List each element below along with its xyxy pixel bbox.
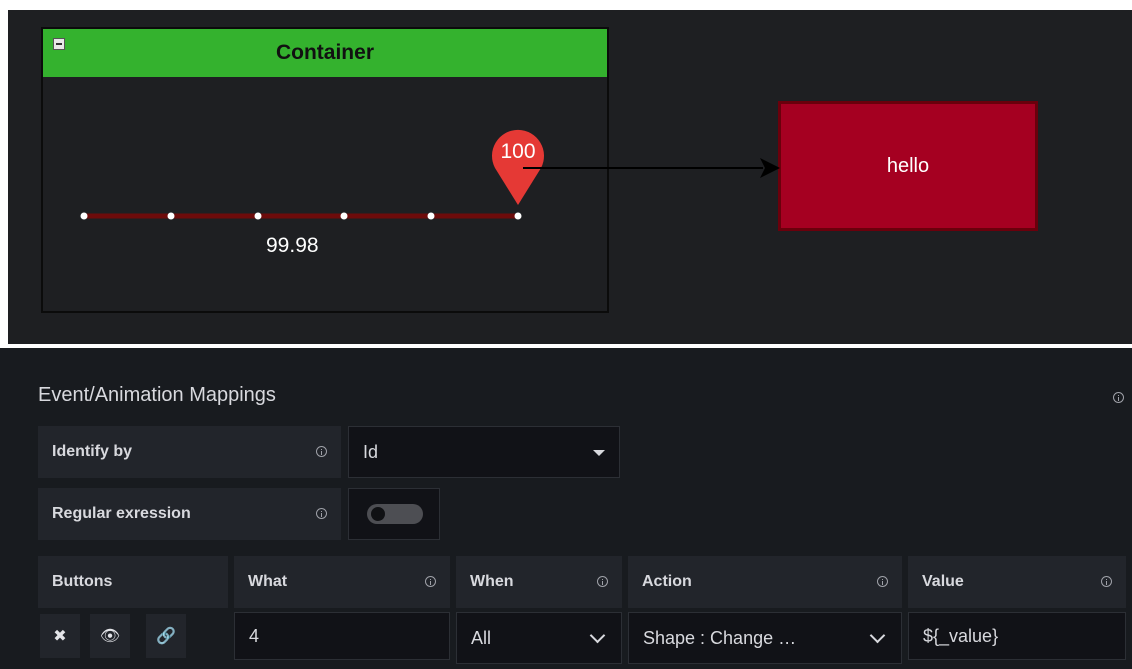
mappings-panel: Event/Animation Mappings Identify by Id …: [0, 348, 1132, 669]
panel-title: Event/Animation Mappings: [38, 384, 276, 406]
line-point: [427, 212, 435, 220]
value-text: ${_value}: [923, 625, 999, 646]
line-point: [340, 212, 348, 220]
eye-icon: 👁: [99, 628, 121, 645]
action-select[interactable]: Shape : Change …: [628, 612, 902, 664]
info-icon[interactable]: [316, 508, 327, 519]
chevron-down-icon: [869, 627, 886, 644]
diagram-overlay: 100: [80, 129, 780, 220]
header-what: What: [234, 556, 450, 608]
what-value: 4: [249, 625, 260, 646]
info-icon[interactable]: [316, 446, 327, 457]
header-action: Action: [628, 556, 902, 608]
identify-by-value: Id: [363, 441, 379, 462]
regular-expression-label-text: Regular exression: [52, 505, 191, 522]
caret-down-icon: [593, 450, 605, 456]
header-buttons: Buttons: [38, 556, 228, 608]
header-what-text: What: [248, 573, 288, 590]
regular-expression-field: [348, 488, 440, 540]
identify-by-select[interactable]: Id: [348, 426, 620, 478]
chevron-down-icon: [589, 627, 606, 644]
regular-expression-toggle[interactable]: [367, 504, 423, 524]
when-value: All: [471, 627, 492, 648]
toggle-visibility-button[interactable]: 👁: [90, 614, 130, 658]
info-icon[interactable]: [597, 576, 608, 587]
action-value: Shape : Change …: [643, 627, 797, 648]
info-icon[interactable]: [1113, 392, 1124, 403]
delete-button[interactable]: ✖: [40, 614, 80, 658]
info-icon[interactable]: [1101, 576, 1112, 587]
when-select[interactable]: All: [456, 612, 622, 664]
line-point: [514, 212, 522, 220]
info-icon[interactable]: [877, 576, 888, 587]
identify-by-label: Identify by: [38, 426, 341, 478]
identify-by-label-text: Identify by: [52, 443, 133, 460]
header-when: When: [456, 556, 622, 608]
header-value: Value: [908, 556, 1126, 608]
diagram-canvas[interactable]: Container hello 100 99.98: [8, 10, 1132, 344]
gauge-value: 99.98: [266, 234, 319, 257]
what-input[interactable]: 4: [234, 612, 450, 660]
header-value-text: Value: [922, 573, 964, 590]
marker-value: 100: [500, 140, 535, 163]
info-icon[interactable]: [425, 576, 436, 587]
regular-expression-label: Regular exression: [38, 488, 341, 540]
close-icon: ✖: [53, 628, 67, 645]
header-action-text: Action: [642, 573, 692, 590]
link-icon: 🔗: [156, 628, 176, 645]
header-buttons-text: Buttons: [52, 573, 113, 590]
toggle-knob: [371, 507, 385, 521]
line-point: [254, 212, 262, 220]
header-when-text: When: [470, 573, 514, 590]
line-point: [80, 212, 88, 220]
line-point: [167, 212, 175, 220]
value-input[interactable]: ${_value}: [908, 612, 1126, 660]
link-button[interactable]: 🔗: [146, 614, 186, 658]
